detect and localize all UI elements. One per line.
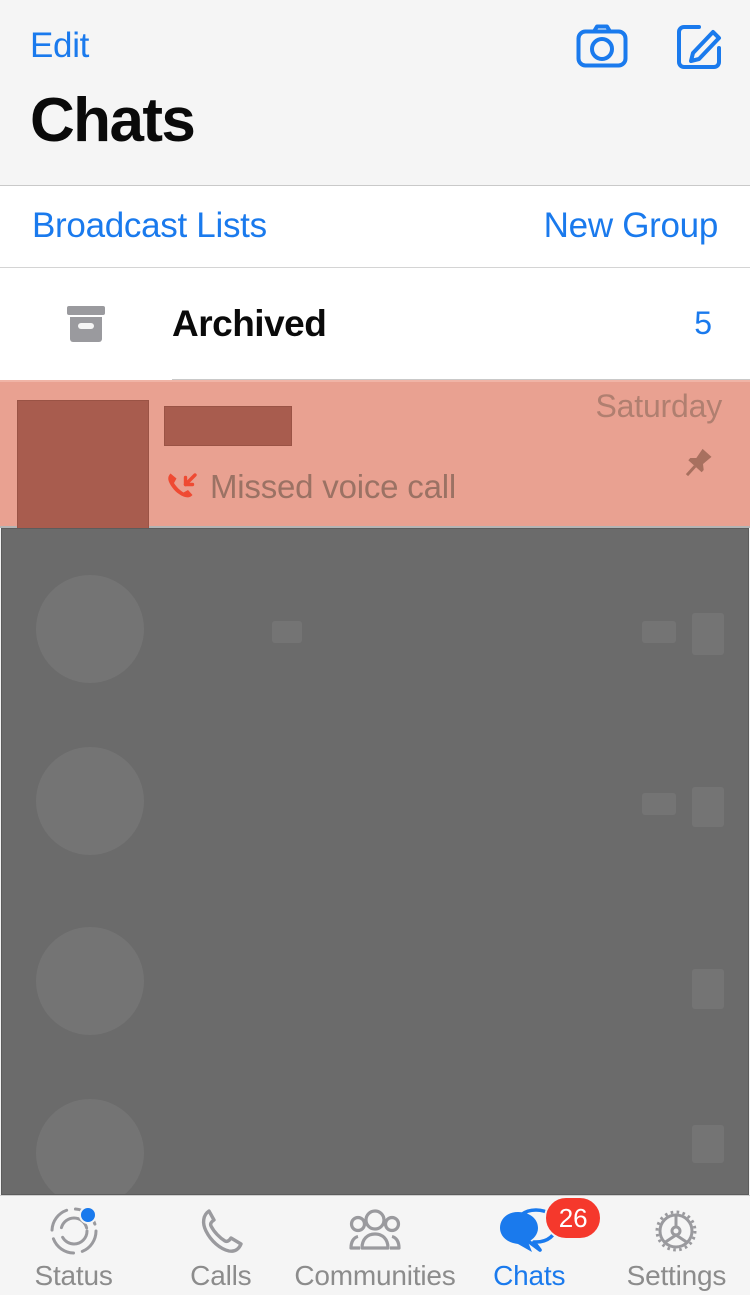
tab-status[interactable]: Status [0, 1204, 147, 1292]
edit-button[interactable]: Edit [30, 26, 89, 66]
ghost-avatar [36, 747, 144, 855]
archived-row[interactable]: Archived 5 [0, 268, 750, 380]
broadcast-lists-button[interactable]: Broadcast Lists [32, 206, 267, 246]
ghost-text [692, 613, 724, 655]
chat-name-redacted [164, 406, 292, 446]
camera-icon[interactable] [574, 20, 630, 72]
tab-communities-label: Communities [294, 1260, 455, 1292]
nav-header: Edit Chats [0, 0, 750, 186]
avatar [17, 400, 149, 532]
ghost-avatar [36, 1099, 144, 1195]
ghost-avatar [36, 575, 144, 683]
nav-top-bar: Edit [0, 0, 750, 92]
page-title: Chats [0, 92, 750, 185]
ghost-text [692, 1125, 724, 1163]
chat-list-redacted-overlay[interactable] [1, 528, 749, 1195]
tab-settings[interactable]: Settings [603, 1204, 750, 1292]
communities-icon [347, 1204, 403, 1258]
whatsapp-chats-screen: Edit Chats Broadcast Lists New Gro [0, 0, 750, 1295]
tab-bar: Status Calls Communities [0, 1195, 750, 1295]
tab-communities[interactable]: Communities [294, 1204, 455, 1292]
phone-icon [196, 1204, 246, 1258]
compose-icon[interactable] [672, 20, 728, 72]
chat-row-highlighted[interactable]: Missed voice call Saturday [0, 380, 750, 528]
tab-chats-label: Chats [493, 1260, 565, 1292]
chat-bubbles-icon: 26 [498, 1204, 560, 1258]
archived-label: Archived [172, 303, 694, 345]
ghost-avatar [36, 927, 144, 1035]
status-rings-icon [49, 1204, 99, 1258]
chat-timestamp: Saturday [596, 388, 722, 425]
gear-icon [650, 1204, 702, 1258]
chat-meta: Saturday [492, 382, 722, 488]
pin-icon [678, 445, 716, 488]
new-group-button[interactable]: New Group [544, 206, 718, 246]
ghost-text [692, 969, 724, 1009]
tab-settings-label: Settings [627, 1260, 727, 1292]
missed-voice-call-icon [164, 468, 198, 507]
ghost-text [642, 793, 676, 815]
tab-chats[interactable]: 26 Chats [456, 1204, 603, 1292]
ghost-text [642, 621, 676, 643]
status-new-dot [79, 1206, 97, 1224]
tab-status-label: Status [35, 1260, 113, 1292]
action-row: Broadcast Lists New Group [0, 186, 750, 268]
archive-box-icon [0, 301, 172, 347]
tab-calls[interactable]: Calls [147, 1204, 294, 1292]
chats-unread-badge: 26 [544, 1196, 602, 1240]
ghost-text [692, 787, 724, 827]
ghost-text [272, 621, 302, 643]
archived-count: 5 [694, 305, 750, 342]
chat-preview-text: Missed voice call [210, 468, 456, 506]
tab-calls-label: Calls [190, 1260, 251, 1292]
